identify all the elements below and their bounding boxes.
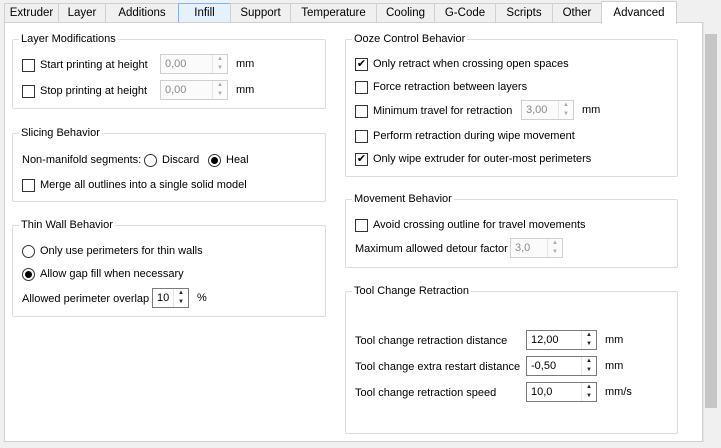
radio-dot-icon — [211, 156, 218, 164]
checkmark-icon: ✔ — [356, 57, 367, 70]
start-printing-label: Start printing at height — [40, 59, 148, 71]
group-title: Tool Change Retraction — [352, 284, 471, 298]
force-retraction-checkbox[interactable] — [355, 80, 368, 94]
stop-height-unit: mm — [236, 84, 255, 96]
retraction-distance-spinbox[interactable]: 12,00 ▲ ▼ — [526, 330, 597, 350]
spin-up-icon[interactable]: ▲ — [582, 331, 596, 340]
spin-down-icon[interactable]: ▼ — [582, 340, 596, 349]
stop-height-spinbox[interactable]: 0,00 ▲ ▼ — [160, 80, 228, 100]
spin-up-icon[interactable]: ▲ — [582, 383, 596, 392]
tab-support[interactable]: Support — [230, 3, 291, 23]
restart-distance-unit: mm — [605, 360, 624, 372]
spin-down-icon[interactable]: ▼ — [174, 298, 188, 307]
spin-down-icon[interactable]: ▼ — [559, 110, 573, 119]
scrollbar-thumb[interactable] — [705, 34, 717, 408]
tab-scripts[interactable]: Scripts — [495, 3, 553, 23]
spin-up-icon[interactable]: ▲ — [559, 101, 573, 110]
discard-label: Discard — [162, 154, 200, 166]
only-retract-checkbox[interactable]: ✔ — [355, 57, 368, 71]
perimeter-overlap-unit: % — [197, 292, 207, 304]
avoid-crossing-checkbox[interactable] — [355, 218, 368, 232]
spin-down-icon[interactable]: ▼ — [213, 90, 227, 99]
group-title: Ooze Control Behavior — [352, 32, 468, 46]
nonmanifold-label: Non-manifold segments: — [22, 154, 142, 166]
gap-fill-radio[interactable] — [22, 267, 35, 281]
stop-printing-label: Stop printing at height — [40, 85, 148, 97]
only-perimeters-label: Only use perimeters for thin walls — [40, 245, 203, 257]
tab-extruder[interactable]: Extruder — [4, 3, 59, 23]
group-title: Thin Wall Behavior — [19, 218, 115, 232]
wipe-retraction-checkbox[interactable] — [355, 129, 368, 143]
group-title: Layer Modifications — [19, 32, 118, 46]
perimeter-overlap-label: Allowed perimeter overlap — [22, 293, 150, 305]
retraction-distance-unit: mm — [605, 334, 624, 346]
tab-temperature[interactable]: Temperature — [290, 3, 377, 23]
tab-additions[interactable]: Additions — [105, 3, 179, 23]
only-retract-label: Only retract when crossing open spaces — [373, 58, 569, 70]
detour-factor-label: Maximum allowed detour factor — [355, 243, 508, 255]
force-retraction-label: Force retraction between layers — [373, 81, 528, 93]
tab-advanced[interactable]: Advanced — [601, 1, 677, 24]
group-title: Slicing Behavior — [19, 126, 102, 140]
avoid-crossing-label: Avoid crossing outline for travel moveme… — [373, 219, 586, 231]
retraction-speed-unit: mm/s — [605, 386, 632, 398]
retraction-distance-label: Tool change retraction distance — [355, 335, 508, 347]
retraction-speed-label: Tool change retraction speed — [355, 387, 497, 399]
group-title: Movement Behavior — [352, 192, 454, 206]
min-travel-label: Minimum travel for retraction — [373, 105, 513, 117]
spin-up-icon[interactable]: ▲ — [548, 239, 562, 248]
tab-gcode[interactable]: G-Code — [434, 3, 496, 23]
start-printing-checkbox[interactable] — [22, 58, 35, 72]
perimeter-overlap-spinbox[interactable]: 10 ▲ ▼ — [152, 288, 189, 308]
only-wipe-checkbox[interactable]: ✔ — [355, 152, 368, 166]
merge-outlines-checkbox[interactable] — [22, 178, 35, 192]
merge-outlines-label: Merge all outlines into a single solid m… — [40, 179, 247, 191]
spin-up-icon[interactable]: ▲ — [213, 55, 227, 64]
spin-down-icon[interactable]: ▼ — [582, 392, 596, 401]
restart-distance-label: Tool change extra restart distance — [355, 361, 521, 373]
tab-layer[interactable]: Layer — [58, 3, 106, 23]
start-height-unit: mm — [236, 58, 255, 70]
spin-up-icon[interactable]: ▲ — [213, 81, 227, 90]
discard-radio[interactable] — [144, 153, 157, 167]
spin-down-icon[interactable]: ▼ — [213, 64, 227, 73]
retraction-speed-spinbox[interactable]: 10,0 ▲ ▼ — [526, 382, 597, 402]
min-travel-spinbox[interactable]: 3,00 ▲ ▼ — [521, 100, 574, 120]
spin-up-icon[interactable]: ▲ — [174, 289, 188, 298]
tab-other[interactable]: Other — [552, 3, 602, 23]
checkmark-icon: ✔ — [356, 152, 367, 165]
restart-distance-spinbox[interactable]: -0,50 ▲ ▼ — [526, 356, 597, 376]
spin-down-icon[interactable]: ▼ — [582, 366, 596, 375]
min-travel-checkbox[interactable] — [355, 104, 368, 118]
heal-label: Heal — [226, 154, 249, 166]
tab-cooling[interactable]: Cooling — [376, 3, 435, 23]
start-height-spinbox[interactable]: 0,00 ▲ ▼ — [160, 54, 228, 74]
detour-factor-spinbox[interactable]: 3,0 ▲ ▼ — [510, 238, 563, 258]
wipe-retraction-label: Perform retraction during wipe movement — [373, 130, 575, 142]
spin-up-icon[interactable]: ▲ — [582, 357, 596, 366]
only-perimeters-radio[interactable] — [22, 244, 35, 258]
heal-radio[interactable] — [208, 153, 221, 167]
min-travel-unit: mm — [582, 104, 601, 116]
gap-fill-label: Allow gap fill when necessary — [40, 268, 184, 280]
tab-infill[interactable]: Infill — [178, 3, 231, 23]
stop-printing-checkbox[interactable] — [22, 84, 35, 98]
spin-down-icon[interactable]: ▼ — [548, 248, 562, 257]
only-wipe-label: Only wipe extruder for outer-most perime… — [373, 153, 592, 165]
radio-dot-icon — [25, 270, 32, 278]
